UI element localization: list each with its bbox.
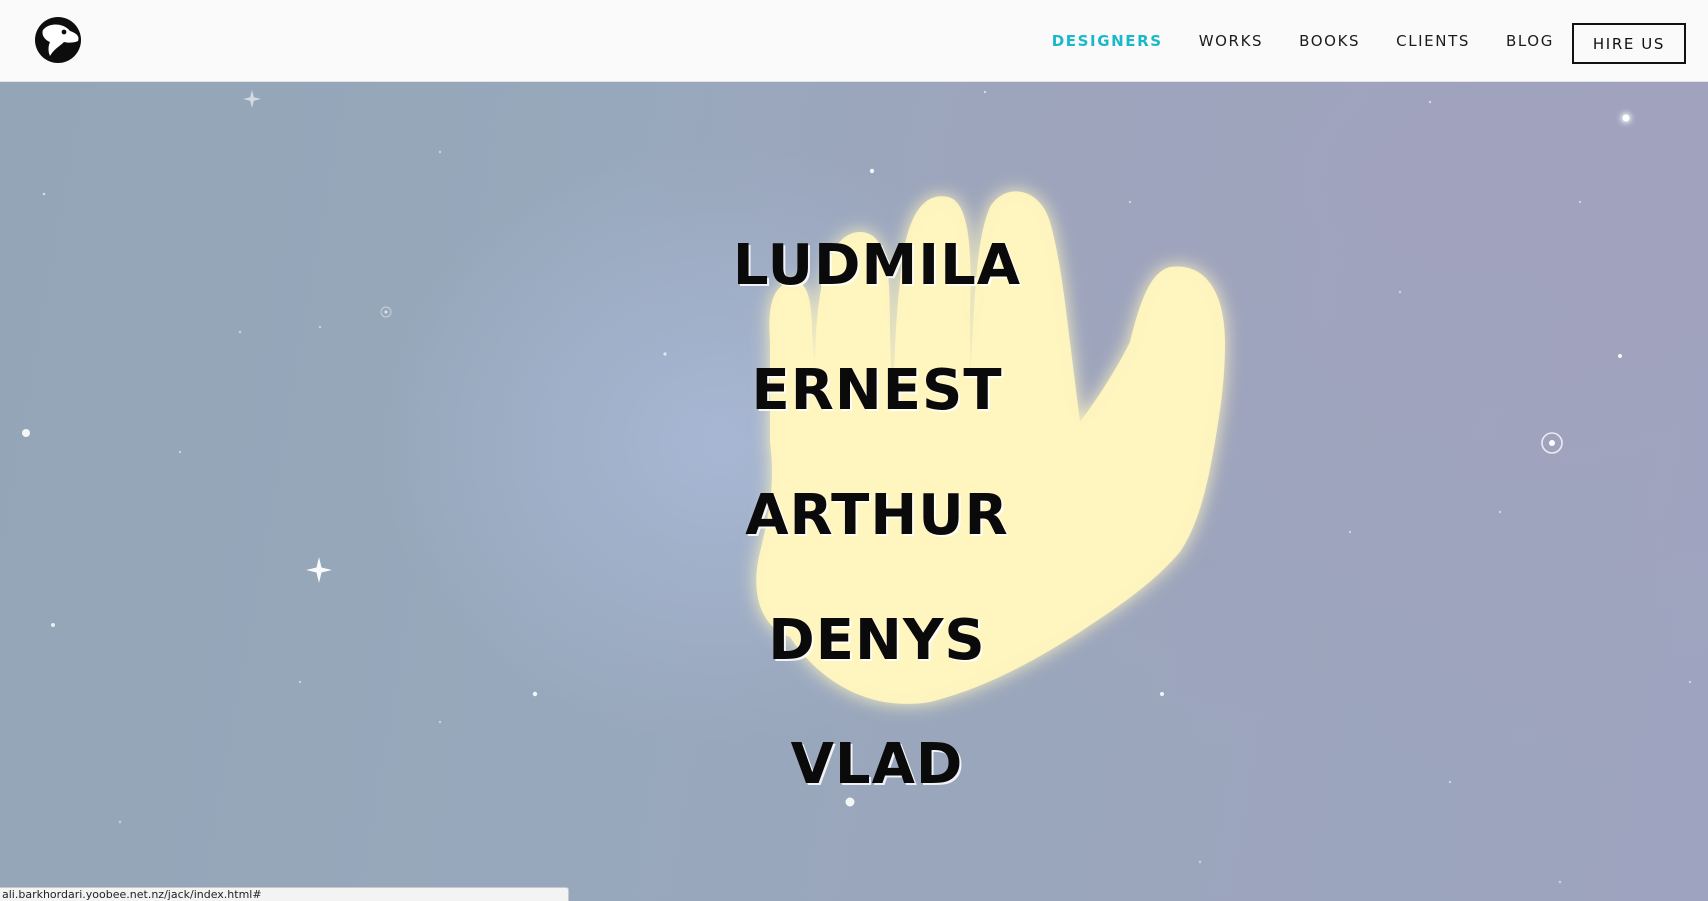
nav-books[interactable]: BOOKS	[1299, 32, 1360, 50]
browser-status-url: ali.barkhordari.yoobee.net.nz/jack/index…	[0, 887, 569, 901]
nav-designers[interactable]: DESIGNERS	[1052, 32, 1163, 50]
main-nav: DESIGNERS WORKS BOOKS CLIENTS BLOG HIRE …	[1016, 0, 1686, 82]
designer-name-denys[interactable]: DENYS	[0, 613, 1708, 669]
designer-name-ernest[interactable]: ERNEST	[0, 363, 1708, 419]
site-header: DESIGNERS WORKS BOOKS CLIENTS BLOG HIRE …	[0, 0, 1708, 82]
hire-us-button[interactable]: HIRE US	[1571, 22, 1686, 64]
nav-clients[interactable]: CLIENTS	[1396, 32, 1470, 50]
bird-head-icon[interactable]	[34, 16, 82, 64]
designer-name-ludmila[interactable]: LUDMILA	[0, 238, 1708, 294]
designer-name-vlad[interactable]: VLAD	[0, 737, 1708, 793]
hero-section: LUDMILA ERNEST ARTHUR DENYS VLAD	[0, 82, 1708, 901]
nav-works[interactable]: WORKS	[1199, 32, 1263, 50]
designer-name-list: LUDMILA ERNEST ARTHUR DENYS VLAD	[0, 82, 1708, 901]
nav-blog[interactable]: BLOG	[1506, 32, 1554, 50]
designer-name-arthur[interactable]: ARTHUR	[0, 488, 1708, 544]
